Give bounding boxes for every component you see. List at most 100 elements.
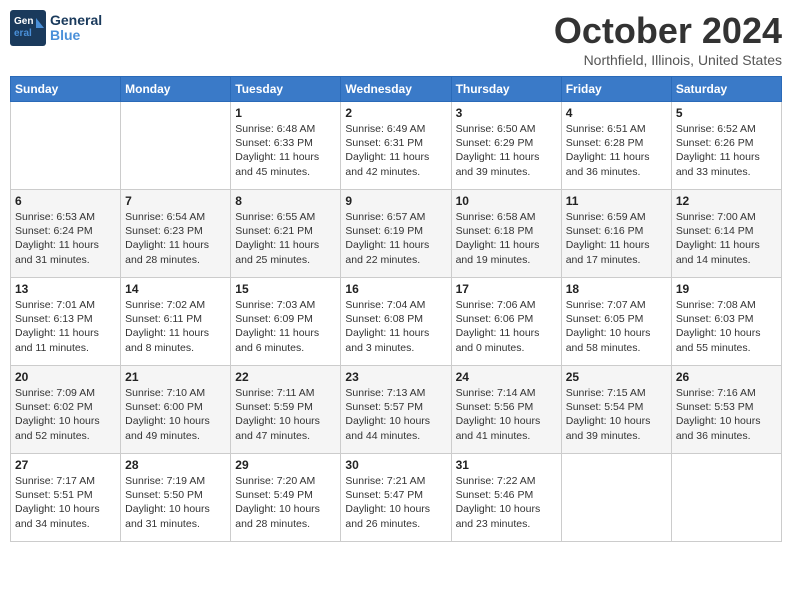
day-info: Sunrise: 7:10 AMSunset: 6:00 PMDaylight:… xyxy=(125,386,226,443)
day-info: Sunrise: 7:15 AMSunset: 5:54 PMDaylight:… xyxy=(566,386,667,443)
day-info: Sunrise: 7:13 AMSunset: 5:57 PMDaylight:… xyxy=(345,386,446,443)
day-number: 27 xyxy=(15,458,116,472)
col-header-friday: Friday xyxy=(561,77,671,102)
calendar-week-3: 13Sunrise: 7:01 AMSunset: 6:13 PMDayligh… xyxy=(11,278,782,366)
day-info: Sunrise: 7:09 AMSunset: 6:02 PMDaylight:… xyxy=(15,386,116,443)
calendar-cell: 3Sunrise: 6:50 AMSunset: 6:29 PMDaylight… xyxy=(451,102,561,190)
day-info: Sunrise: 6:59 AMSunset: 6:16 PMDaylight:… xyxy=(566,210,667,267)
title-area: October 2024 Northfield, Illinois, Unite… xyxy=(554,10,782,68)
day-number: 16 xyxy=(345,282,446,296)
day-number: 23 xyxy=(345,370,446,384)
day-info: Sunrise: 7:06 AMSunset: 6:06 PMDaylight:… xyxy=(456,298,557,355)
day-number: 25 xyxy=(566,370,667,384)
day-number: 6 xyxy=(15,194,116,208)
calendar-cell: 16 Sunrise: 7:04 AMSunset: 6:08 PMDayligh… xyxy=(341,278,451,366)
day-info: Sunrise: 6:48 AMSunset: 6:33 PMDaylight:… xyxy=(235,122,336,179)
calendar-cell: 24 Sunrise: 7:14 AMSunset: 5:56 PMDayligh… xyxy=(451,366,561,454)
day-info: Sunrise: 6:52 AMSunset: 6:26 PMDaylight:… xyxy=(676,122,777,179)
day-info: Sunrise: 7:00 AMSunset: 6:14 PMDaylight:… xyxy=(676,210,777,267)
day-number: 1 xyxy=(235,106,336,120)
calendar-cell: 9Sunrise: 6:57 AMSunset: 6:19 PMDaylight… xyxy=(341,190,451,278)
day-number: 22 xyxy=(235,370,336,384)
location: Northfield, Illinois, United States xyxy=(554,52,782,68)
calendar-cell: 5 Sunrise: 6:52 AMSunset: 6:26 PMDaylight… xyxy=(671,102,781,190)
calendar-cell: 19Sunrise: 7:08 AMSunset: 6:03 PMDayligh… xyxy=(671,278,781,366)
day-number: 4 xyxy=(566,106,667,120)
day-number: 31 xyxy=(456,458,557,472)
col-header-wednesday: Wednesday xyxy=(341,77,451,102)
calendar-week-2: 6 Sunrise: 6:53 AMSunset: 6:24 PMDaylight… xyxy=(11,190,782,278)
day-info: Sunrise: 6:57 AMSunset: 6:19 PMDaylight:… xyxy=(345,210,446,267)
day-number: 19 xyxy=(676,282,777,296)
day-number: 8 xyxy=(235,194,336,208)
day-number: 5 xyxy=(676,106,777,120)
day-number: 10 xyxy=(456,194,557,208)
calendar-cell: 15 Sunrise: 7:03 AMSunset: 6:09 PMDayligh… xyxy=(231,278,341,366)
col-header-tuesday: Tuesday xyxy=(231,77,341,102)
logo-text-line1: General xyxy=(50,13,102,28)
calendar-cell: 30 Sunrise: 7:21 AMSunset: 5:47 PMDayligh… xyxy=(341,454,451,542)
day-info: Sunrise: 7:07 AMSunset: 6:05 PMDaylight:… xyxy=(566,298,667,355)
calendar-cell: 17 Sunrise: 7:06 AMSunset: 6:06 PMDayligh… xyxy=(451,278,561,366)
day-info: Sunrise: 6:54 AMSunset: 6:23 PMDaylight:… xyxy=(125,210,226,267)
day-info: Sunrise: 7:16 AMSunset: 5:53 PMDaylight:… xyxy=(676,386,777,443)
calendar-cell: 28Sunrise: 7:19 AMSunset: 5:50 PMDayligh… xyxy=(121,454,231,542)
calendar-cell: 18 Sunrise: 7:07 AMSunset: 6:05 PMDayligh… xyxy=(561,278,671,366)
calendar-cell: 2Sunrise: 6:49 AMSunset: 6:31 PMDaylight… xyxy=(341,102,451,190)
day-number: 30 xyxy=(345,458,446,472)
logo-text-line2: Blue xyxy=(50,28,102,43)
day-info: Sunrise: 6:55 AMSunset: 6:21 PMDaylight:… xyxy=(235,210,336,267)
col-header-thursday: Thursday xyxy=(451,77,561,102)
day-number: 17 xyxy=(456,282,557,296)
calendar-cell: 12 Sunrise: 7:00 AMSunset: 6:14 PMDayligh… xyxy=(671,190,781,278)
day-info: Sunrise: 6:53 AMSunset: 6:24 PMDaylight:… xyxy=(15,210,116,267)
calendar-cell xyxy=(561,454,671,542)
logo-icon: Gen eral xyxy=(10,10,46,46)
day-info: Sunrise: 7:14 AMSunset: 5:56 PMDaylight:… xyxy=(456,386,557,443)
day-number: 26 xyxy=(676,370,777,384)
calendar-cell: 14Sunrise: 7:02 AMSunset: 6:11 PMDayligh… xyxy=(121,278,231,366)
col-header-saturday: Saturday xyxy=(671,77,781,102)
day-info: Sunrise: 7:20 AMSunset: 5:49 PMDaylight:… xyxy=(235,474,336,531)
calendar-cell: 25 Sunrise: 7:15 AMSunset: 5:54 PMDayligh… xyxy=(561,366,671,454)
calendar-cell xyxy=(11,102,121,190)
calendar-cell: 20Sunrise: 7:09 AMSunset: 6:02 PMDayligh… xyxy=(11,366,121,454)
calendar-cell: 27 Sunrise: 7:17 AMSunset: 5:51 PMDayligh… xyxy=(11,454,121,542)
day-info: Sunrise: 7:22 AMSunset: 5:46 PMDaylight:… xyxy=(456,474,557,531)
day-info: Sunrise: 7:21 AMSunset: 5:47 PMDaylight:… xyxy=(345,474,446,531)
calendar-week-4: 20Sunrise: 7:09 AMSunset: 6:02 PMDayligh… xyxy=(11,366,782,454)
calendar-cell xyxy=(121,102,231,190)
day-info: Sunrise: 7:11 AMSunset: 5:59 PMDaylight:… xyxy=(235,386,336,443)
day-info: Sunrise: 7:03 AMSunset: 6:09 PMDaylight:… xyxy=(235,298,336,355)
calendar-week-5: 27 Sunrise: 7:17 AMSunset: 5:51 PMDayligh… xyxy=(11,454,782,542)
day-number: 24 xyxy=(456,370,557,384)
header-row: SundayMondayTuesdayWednesdayThursdayFrid… xyxy=(11,77,782,102)
calendar-cell: 6 Sunrise: 6:53 AMSunset: 6:24 PMDaylight… xyxy=(11,190,121,278)
day-number: 18 xyxy=(566,282,667,296)
day-info: Sunrise: 6:58 AMSunset: 6:18 PMDaylight:… xyxy=(456,210,557,267)
day-info: Sunrise: 7:17 AMSunset: 5:51 PMDaylight:… xyxy=(15,474,116,531)
calendar-cell: 7 Sunrise: 6:54 AMSunset: 6:23 PMDaylight… xyxy=(121,190,231,278)
calendar-cell: 23 Sunrise: 7:13 AMSunset: 5:57 PMDayligh… xyxy=(341,366,451,454)
calendar-cell xyxy=(671,454,781,542)
calendar-cell: 1 Sunrise: 6:48 AMSunset: 6:33 PMDaylight… xyxy=(231,102,341,190)
day-number: 21 xyxy=(125,370,226,384)
day-number: 15 xyxy=(235,282,336,296)
page-header: Gen eral General Blue October 2024 North… xyxy=(10,10,782,68)
calendar-cell: 13Sunrise: 7:01 AMSunset: 6:13 PMDayligh… xyxy=(11,278,121,366)
calendar-cell: 21 Sunrise: 7:10 AMSunset: 6:00 PMDayligh… xyxy=(121,366,231,454)
calendar-cell: 29Sunrise: 7:20 AMSunset: 5:49 PMDayligh… xyxy=(231,454,341,542)
day-number: 12 xyxy=(676,194,777,208)
day-number: 14 xyxy=(125,282,226,296)
day-info: Sunrise: 7:04 AMSunset: 6:08 PMDaylight:… xyxy=(345,298,446,355)
calendar-cell: 8 Sunrise: 6:55 AMSunset: 6:21 PMDaylight… xyxy=(231,190,341,278)
calendar-cell: 26 Sunrise: 7:16 AMSunset: 5:53 PMDayligh… xyxy=(671,366,781,454)
day-number: 7 xyxy=(125,194,226,208)
calendar-cell: 11 Sunrise: 6:59 AMSunset: 6:16 PMDayligh… xyxy=(561,190,671,278)
day-info: Sunrise: 6:51 AMSunset: 6:28 PMDaylight:… xyxy=(566,122,667,179)
day-number: 11 xyxy=(566,194,667,208)
month-title: October 2024 xyxy=(554,10,782,52)
day-info: Sunrise: 7:19 AMSunset: 5:50 PMDaylight:… xyxy=(125,474,226,531)
day-number: 13 xyxy=(15,282,116,296)
svg-text:Gen: Gen xyxy=(14,16,33,27)
